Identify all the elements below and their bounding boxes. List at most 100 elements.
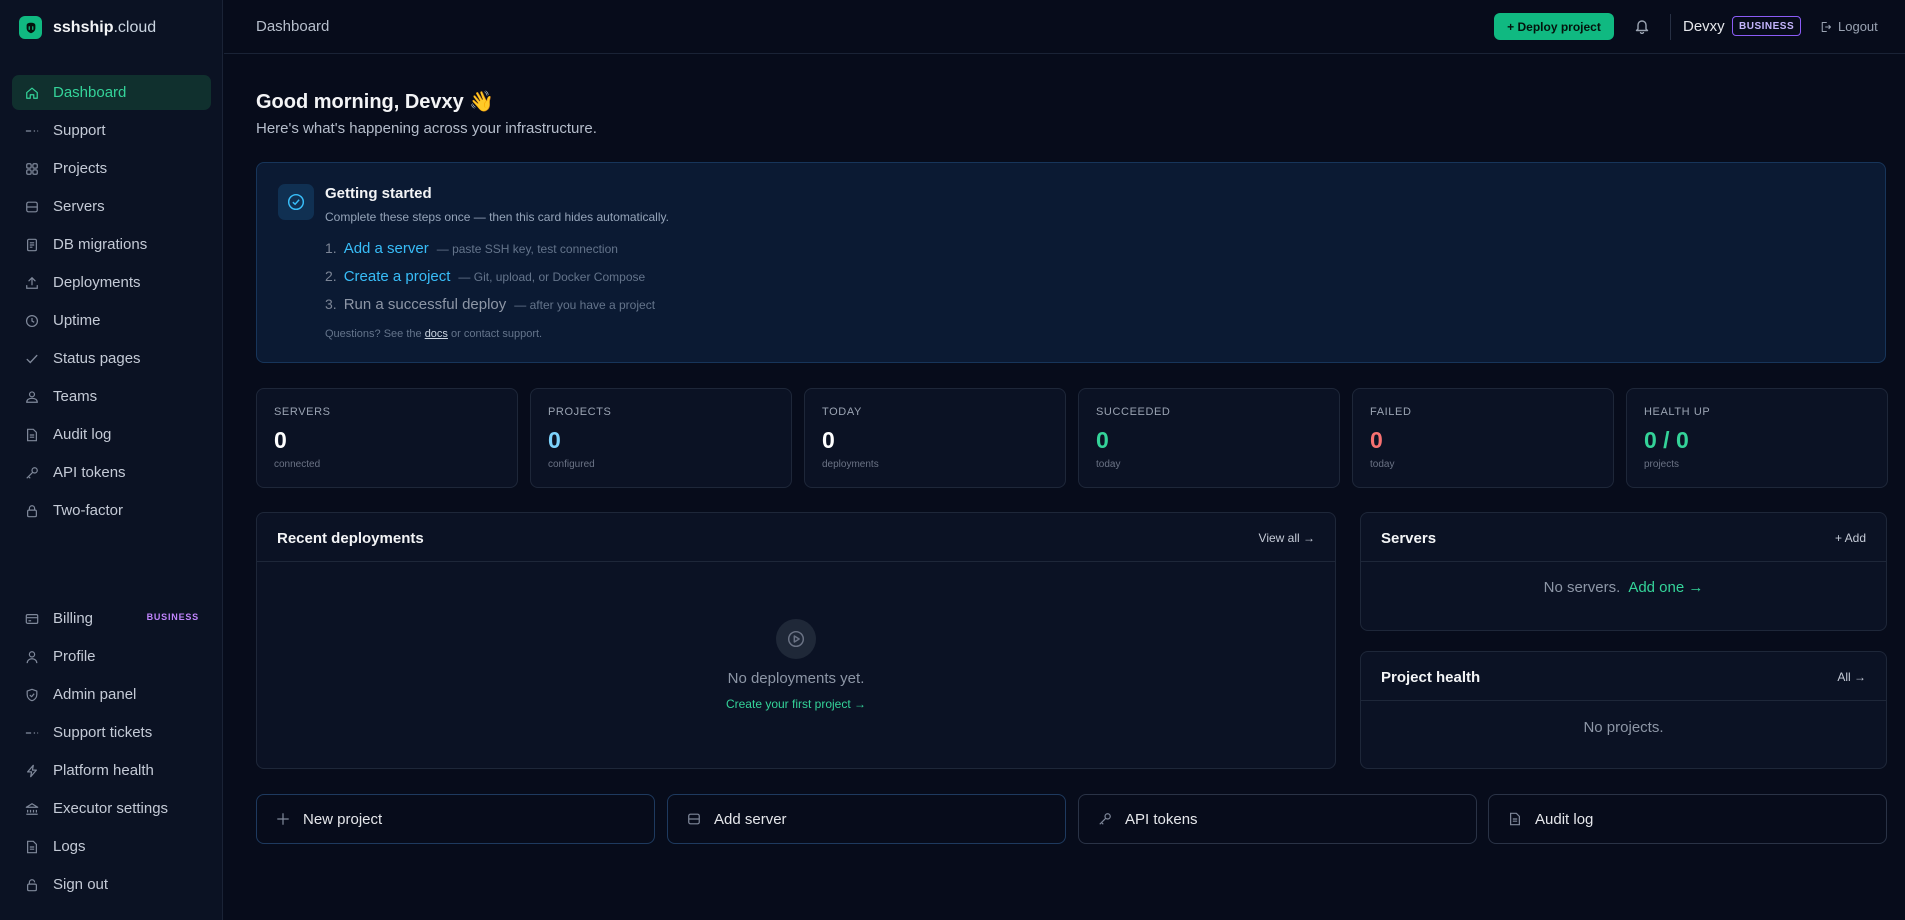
sidebar-item-billing[interactable]: Billing BUSINESS [12,601,211,636]
empty-state-text: No deployments yet. [727,670,865,687]
stat-sub: projects [1644,459,1680,470]
stat-value: 0 / 0 [1644,427,1689,453]
step-create-project: 2. Create a project — Git, upload, or Do… [325,268,645,285]
check-icon [25,352,39,366]
user-name[interactable]: Devxy [1683,18,1725,35]
brand-name: sshship.cloud [53,18,157,36]
panel-title: Servers [1381,530,1437,547]
sidebar-item-teams[interactable]: Teams [12,379,211,414]
sidebar-item-sign-out[interactable]: Sign out [12,867,211,902]
sidebar-item-api-tokens[interactable]: API tokens [12,455,211,490]
stat-sub: today [1096,459,1121,470]
logo-icon [19,16,42,39]
stat-value: 0 [822,427,835,453]
sidebar-item-profile[interactable]: Profile [12,639,211,674]
clock-icon [25,314,39,328]
docs-link[interactable]: docs [425,328,448,340]
sidebar-item-platform-health[interactable]: Platform health [12,753,211,788]
sidebar-item-status-pages[interactable]: Status pages [12,341,211,376]
stat-value: 0 [1096,427,1109,453]
sidebar-item-deployments[interactable]: Deployments [12,265,211,300]
view-all-link[interactable]: View all → [1259,531,1315,545]
signout-icon [25,878,39,892]
sidebar-item-support[interactable]: Support [12,113,211,148]
brand-logo[interactable]: sshship.cloud [19,16,156,39]
sidebar-item-label: Uptime [53,312,101,329]
sidebar-item-label: Servers [53,198,105,215]
step-hint: — paste SSH key, test connection [436,242,618,256]
sidebar-item-label: Projects [53,160,108,177]
servers-panel: Servers + Add No servers. Add one → [1360,512,1887,631]
sidebar-item-logs[interactable]: Logs [12,829,211,864]
add-one-link[interactable]: Add one → [1628,579,1703,596]
sidebar-item-dashboard[interactable]: Dashboard [12,75,211,110]
add-server-button[interactable]: Add server [667,794,1066,844]
sidebar-item-executor-settings[interactable]: Executor settings [12,791,211,826]
logout-label: Logout [1838,19,1878,34]
api-tokens-button[interactable]: API tokens [1078,794,1477,844]
getting-started-footer: Questions? See the docs or contact suppo… [325,328,542,340]
sidebar-nav-account: Billing BUSINESS Profile Admin panel Sup… [12,601,211,905]
sidebar-item-label: Deployments [53,274,141,291]
logout-button[interactable]: Logout [1820,19,1878,34]
sidebar-item-support-tickets[interactable]: Support tickets [12,715,211,750]
audit-log-button[interactable]: Audit log [1488,794,1887,844]
quick-action-label: New project [303,810,383,828]
shield-icon [25,688,39,702]
sidebar-item-label: Audit log [53,426,112,443]
bell-icon[interactable] [1634,18,1650,34]
add-server-link[interactable]: + Add [1835,531,1866,545]
file-icon [25,428,39,442]
step-number: 1. [325,240,337,256]
document-icon [25,238,39,252]
grid-icon [25,162,39,176]
new-project-button[interactable]: New project [256,794,655,844]
sidebar-item-label: Teams [53,388,98,405]
sidebar-item-label: Dashboard [53,84,127,101]
sidebar-item-admin-panel[interactable]: Admin panel [12,677,211,712]
upload-icon [25,276,39,290]
panel-title: Recent deployments [277,530,424,547]
create-first-project-link[interactable]: Create your first project → [257,697,1335,711]
panel-title: Project health [1381,669,1481,686]
page-subtitle: Here's what's happening across your infr… [256,120,597,137]
server-icon [687,812,701,826]
deploy-project-button[interactable]: + Deploy project [1494,13,1614,40]
sidebar-item-uptime[interactable]: Uptime [12,303,211,338]
file-icon [25,840,39,854]
sidebar-item-servers[interactable]: Servers [12,189,211,224]
stat-value: 0 [1370,427,1383,453]
servers-empty-state: No servers. Add one → [1361,579,1886,596]
divider [1670,14,1671,40]
bolt-icon [25,764,39,778]
sidebar-item-label: Platform health [53,762,154,779]
stat-value: 0 [548,427,561,453]
plan-badge: BUSINESS [1732,16,1802,36]
sidebar-nav-main: Dashboard Support Projects Servers DB mi… [12,75,211,531]
sidebar-item-two-factor[interactable]: Two-factor [12,493,211,528]
sidebar-item-projects[interactable]: Projects [12,151,211,186]
stat-card-today: TODAY 0 deployments [804,388,1066,488]
step-run-deploy: 3. Run a successful deploy — after you h… [325,296,655,313]
create-project-link[interactable]: Create a project [344,268,451,285]
stat-label: PROJECTS [548,406,612,418]
sidebar: sshship.cloud Dashboard Support Projects… [0,0,223,920]
add-server-link[interactable]: Add a server [344,240,429,257]
lock-icon [25,504,39,518]
all-link[interactable]: All → [1837,670,1866,684]
sidebar-item-label: Profile [53,648,96,665]
stat-card-failed: FAILED 0 today [1352,388,1614,488]
stat-sub: configured [548,459,595,470]
file-icon [1508,812,1522,826]
sidebar-item-label: Status pages [53,350,141,367]
sidebar-item-label: Support [53,122,106,139]
sidebar-item-label: Billing [53,610,94,627]
sidebar-item-db-migrations[interactable]: DB migrations [12,227,211,262]
stat-label: HEALTH UP [1644,406,1711,418]
logout-icon [1820,21,1832,33]
sidebar-item-audit-log[interactable]: Audit log [12,417,211,452]
dash-icon [25,124,39,138]
sidebar-item-label: API tokens [53,464,126,481]
step-number: 3. [325,296,337,312]
sidebar-item-label: Logs [53,838,86,855]
